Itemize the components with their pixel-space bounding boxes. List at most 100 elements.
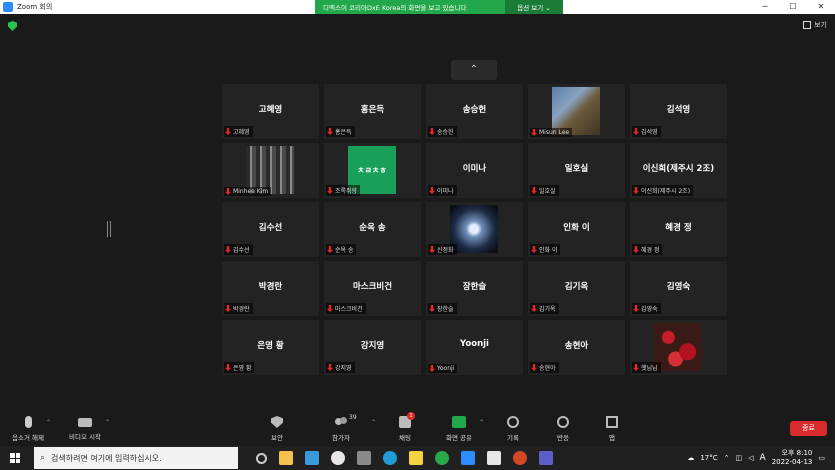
participant-display-name: 송승헌 xyxy=(462,105,487,115)
participant-display-name: 은영 황 xyxy=(257,341,284,351)
participant-tile[interactable]: 송현아 송현아 xyxy=(528,320,625,375)
participant-tile[interactable]: ㅊㄹㅊㅎ 조록취향 xyxy=(324,143,421,198)
participant-tile[interactable]: 일호실 일호실 xyxy=(528,143,625,198)
participant-tile[interactable]: Misun Lee xyxy=(528,84,625,139)
reactions-button[interactable]: 반응 xyxy=(538,416,588,442)
video-options-caret[interactable]: ⌃ xyxy=(105,419,110,426)
sticky-notes-icon[interactable] xyxy=(409,451,423,465)
participant-name-label: 조록취향 xyxy=(326,185,361,196)
participant-tile[interactable]: 마스크비건 마스크비건 xyxy=(324,261,421,316)
participant-name-label: 이신희(제주시 2조) xyxy=(632,185,694,196)
participant-name: 이신희(제주시 2조) xyxy=(641,188,691,195)
participant-tile[interactable]: 이미나 이미나 xyxy=(426,143,523,198)
participant-tile[interactable]: 인화 이 인화 이 xyxy=(528,202,625,257)
minimize-button[interactable]: ─ xyxy=(751,0,779,14)
participant-tile[interactable]: 김수선 김수선 xyxy=(222,202,319,257)
participant-tile[interactable]: 이신희(제주시 2조) 이신희(제주시 2조) xyxy=(630,143,727,198)
participant-tile[interactable]: 김영숙 김영숙 xyxy=(630,261,727,316)
participant-tile[interactable]: 은영 황 은영 황 xyxy=(222,320,319,375)
participant-tile[interactable]: 혜경 정 혜경 정 xyxy=(630,202,727,257)
participant-tile[interactable]: 고혜영 고혜영 xyxy=(222,84,319,139)
weather-icon[interactable]: ☁ xyxy=(687,454,694,462)
participant-tile[interactable]: Minhee Kim xyxy=(222,143,319,198)
security-shield-icon[interactable] xyxy=(8,21,17,31)
end-meeting-button[interactable]: 종료 xyxy=(790,421,827,436)
participant-tile[interactable]: 신정화 xyxy=(426,202,523,257)
participants-button[interactable]: 39 참가자 xyxy=(316,414,366,442)
grid-view-icon xyxy=(803,21,812,29)
participant-name: 햇님님 xyxy=(641,365,658,372)
clock-time: 오후 8:10 xyxy=(781,449,813,457)
edge-browser-icon[interactable] xyxy=(383,451,397,465)
clock[interactable]: 오후 8:10 2022-04-13 xyxy=(772,449,813,467)
taskbar-search[interactable]: ⌕ 검색하려면 여기에 입력하십시오. xyxy=(34,447,238,469)
participant-name: 강지영 xyxy=(335,365,352,372)
participant-tile[interactable]: 송승헌 송승헌 xyxy=(426,84,523,139)
participant-display-name: Yoonji xyxy=(460,339,489,349)
weather-temp[interactable]: 17°C xyxy=(700,454,717,462)
scroll-up-button[interactable]: ⌃ xyxy=(451,60,497,80)
participant-tile[interactable]: 박경란 박경란 xyxy=(222,261,319,316)
participant-tile[interactable]: 순옥 송 순옥 송 xyxy=(324,202,421,257)
network-icon[interactable]: ◫ xyxy=(736,454,743,462)
task-view-icon[interactable] xyxy=(256,452,267,464)
muted-mic-icon xyxy=(327,364,333,371)
calendar-app-icon[interactable] xyxy=(305,451,319,465)
muted-mic-icon xyxy=(633,246,639,253)
muted-mic-icon xyxy=(633,305,639,312)
audio-options-caret[interactable]: ⌃ xyxy=(46,419,51,426)
participant-tile[interactable]: 장한슬 장한슬 xyxy=(426,261,523,316)
windows-start-icon[interactable] xyxy=(10,453,20,463)
muted-mic-icon xyxy=(429,187,435,194)
participant-name-label: 순옥 송 xyxy=(326,244,357,255)
participant-tile[interactable]: 김기옥 김기옥 xyxy=(528,261,625,316)
maximize-button[interactable]: ☐ xyxy=(779,0,807,14)
participant-tile[interactable]: 홍은득 홍은득 xyxy=(324,84,421,139)
resize-handle[interactable] xyxy=(107,221,111,237)
volume-icon[interactable]: ◁ xyxy=(748,454,753,462)
start-video-button[interactable]: 비디오 시작 xyxy=(60,416,110,441)
participant-name: 김석영 xyxy=(641,129,658,136)
participant-name-label: 햇님님 xyxy=(632,362,661,373)
chat-badge: 1 xyxy=(407,412,415,420)
notifications-icon[interactable]: ▭ xyxy=(818,454,825,462)
view-button[interactable]: 보기 xyxy=(803,20,827,30)
view-options-button[interactable]: 옵션 보기 ⌄ xyxy=(505,0,563,14)
tray-overflow-icon[interactable]: ⌃ xyxy=(724,454,730,462)
participant-name: 송승헌 xyxy=(437,129,454,136)
paint-app-icon[interactable] xyxy=(331,451,345,465)
calculator-icon[interactable] xyxy=(357,451,371,465)
taskbar-apps xyxy=(256,451,553,465)
apps-button[interactable]: 앱 xyxy=(587,416,637,442)
participant-tile[interactable]: 강지영 강지영 xyxy=(324,320,421,375)
zoom-taskbar-icon[interactable] xyxy=(461,451,475,465)
edge-dev-icon[interactable] xyxy=(435,451,449,465)
participant-name: 인화 이 xyxy=(539,247,558,254)
muted-mic-icon xyxy=(633,364,639,371)
participant-tile[interactable]: 김석영 김석영 xyxy=(630,84,727,139)
document-icon[interactable] xyxy=(487,451,501,465)
chat-button[interactable]: 1 채팅 xyxy=(380,412,430,442)
video-off-icon xyxy=(78,418,92,427)
share-screen-button[interactable]: 화면 공유 xyxy=(434,416,484,442)
teams-icon[interactable] xyxy=(539,451,553,465)
security-button[interactable]: 보안 xyxy=(252,416,302,442)
ime-indicator[interactable]: A xyxy=(760,453,766,463)
participant-name: 김수선 xyxy=(233,247,250,254)
share-options-caret[interactable]: ⌃ xyxy=(479,419,484,426)
participants-options-caret[interactable]: ⌃ xyxy=(371,419,376,426)
file-explorer-icon[interactable] xyxy=(279,451,293,465)
muted-mic-icon xyxy=(429,128,435,135)
participant-tile[interactable]: 햇님님 xyxy=(630,320,727,375)
shield-icon xyxy=(271,416,283,428)
record-button[interactable]: 기록 xyxy=(488,416,538,442)
participant-name-label: 송현아 xyxy=(530,362,559,373)
muted-mic-icon xyxy=(531,364,537,371)
participant-name: 박경란 xyxy=(233,306,250,313)
participant-name-label: 강지영 xyxy=(326,362,355,373)
participant-name-label: 송승헌 xyxy=(428,126,457,137)
participant-tile[interactable]: Yoonji Yoonji xyxy=(426,320,523,375)
close-button[interactable]: ✕ xyxy=(807,0,835,14)
powerpoint-icon[interactable] xyxy=(513,451,527,465)
participant-name: Minhee Kim xyxy=(233,188,269,195)
